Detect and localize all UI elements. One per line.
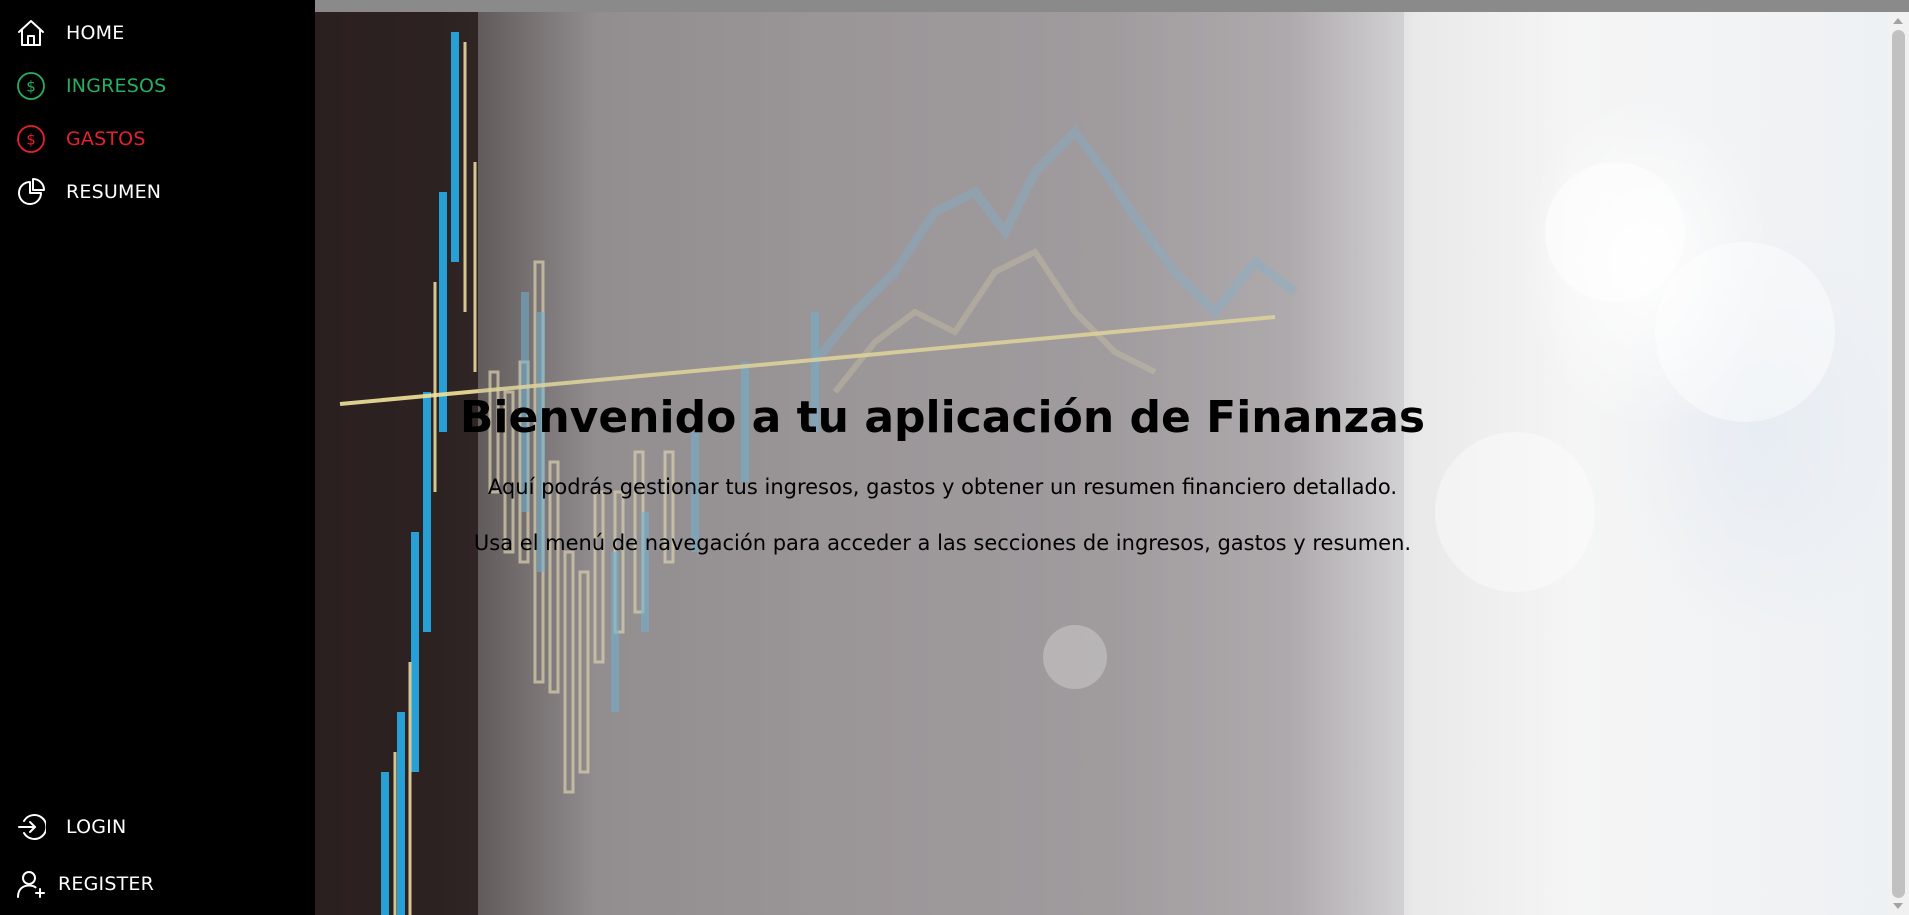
nav-item-ingresos[interactable]: $ INGRESOS [16,71,166,101]
scrollbar-thumb[interactable] [1892,30,1905,898]
dollar-circle-icon: $ [16,71,46,101]
nav-label-login: LOGIN [66,816,127,838]
nav-item-register[interactable]: REGISTER [16,869,154,899]
svg-text:$: $ [26,131,36,149]
hero-section: Bienvenido a tu aplicación de Finanzas A… [315,12,1888,915]
scroll-down-arrow-icon[interactable] [1893,903,1903,909]
nav-label-register: REGISTER [58,873,155,895]
nav-item-home[interactable]: HOME [16,18,124,48]
login-icon [16,812,46,842]
hero-overlay [478,12,1404,915]
nav-label-resumen: RESUMEN [66,181,162,203]
user-add-icon [16,869,46,899]
nav-label-home: HOME [66,22,125,44]
top-strip [315,0,1909,12]
nav-item-login[interactable]: LOGIN [16,812,126,842]
sidebar: HOME $ INGRESOS $ GASTOS RESUMEN LOGIN R… [0,0,315,915]
hero-subtitle-2: Usa el menú de navegación para acceder a… [473,531,1412,555]
nav-item-gastos[interactable]: $ GASTOS [16,124,146,154]
pie-chart-icon [16,177,46,207]
scroll-up-arrow-icon[interactable] [1893,18,1903,24]
home-icon [16,18,46,48]
nav-label-gastos: GASTOS [66,128,146,150]
nav-label-ingresos: INGRESOS [66,75,167,97]
hero-subtitle-1: Aquí podrás gestionar tus ingresos, gast… [487,475,1398,499]
page-title: Bienvenido a tu aplicación de Finanzas [459,392,1426,443]
vertical-scrollbar[interactable] [1888,12,1909,915]
svg-text:$: $ [26,78,36,96]
dollar-circle-icon: $ [16,124,46,154]
nav-item-resumen[interactable]: RESUMEN [16,177,161,207]
